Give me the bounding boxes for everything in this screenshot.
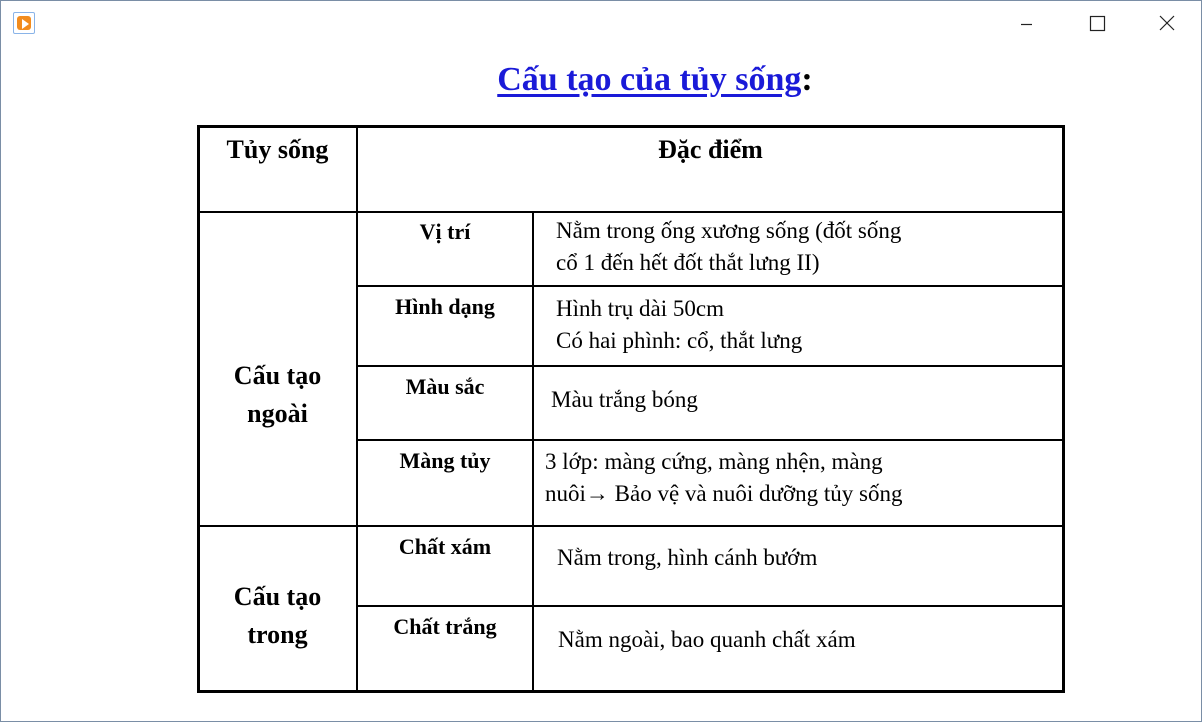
attr-shape: Hình dạng (395, 294, 495, 319)
group-label-line1: Cấu tạo (233, 582, 322, 611)
desc-shape: Hình trụ dài 50cm Có hai phình: cổ, thắt… (556, 293, 802, 357)
group-label-outer: Cấu tạo ngoài (197, 357, 358, 433)
group-label-line2: trong (247, 620, 308, 649)
desc-membrane: 3 lớp: màng cứng, màng nhện, màng nuôi→ … (545, 446, 902, 510)
desc-membrane-line1: 3 lớp: màng cứng, màng nhện, màng (545, 449, 883, 474)
spinal-cord-table: Tủy sống Đặc điểm Cấu tạo ngoài Vị trí N… (197, 125, 1065, 693)
minimize-button[interactable] (1003, 9, 1049, 39)
row-divider-1 (356, 285, 1065, 287)
row-divider-2 (356, 365, 1065, 367)
desc-position-line2: cổ 1 đến hết đốt thắt lưng II) (556, 250, 820, 275)
close-button[interactable] (1143, 9, 1189, 39)
group-label-line2: ngoài (247, 399, 308, 428)
desc-position: Nằm trong ống xương sống (đốt sống cổ 1 … (556, 215, 901, 279)
minimize-icon (1021, 23, 1032, 26)
title-suffix: : (801, 61, 813, 98)
header-col2: Đặc điểm (658, 135, 763, 164)
row-divider-5 (356, 605, 1065, 607)
attr-gray-matter: Chất xám (398, 534, 492, 559)
maximize-button[interactable] (1073, 9, 1119, 39)
close-icon (1159, 15, 1175, 31)
desc-color: Màu trắng bóng (551, 387, 698, 412)
table-border-bottom (197, 690, 1065, 693)
desc-white-matter: Nằm ngoài, bao quanh chất xám (558, 627, 856, 652)
desc-membrane-line2: nuôi→ Bảo vệ và nuôi dưỡng tủy sống (545, 481, 903, 506)
attr-position: Vị trí (419, 219, 471, 244)
media-player-icon[interactable] (13, 12, 35, 34)
attr-membrane: Màng tủy (399, 448, 491, 473)
slide-title: Cấu tạo của tủy sống: (1, 61, 1202, 99)
attr-white-matter: Chất trắng (393, 614, 497, 639)
desc-gray-matter: Nằm trong, hình cánh bướm (557, 545, 818, 570)
app-window: Cấu tạo của tủy sống: Tủy sống Đặc điểm … (0, 0, 1202, 722)
desc-position-line1: Nằm trong ống xương sống (đốt sống (556, 218, 902, 243)
attr-color: Màu sắc (405, 374, 485, 399)
row-divider-3 (356, 439, 1065, 441)
col-divider-2 (532, 211, 534, 693)
title-link[interactable]: Cấu tạo của tủy sống (497, 61, 801, 98)
maximize-icon (1089, 15, 1106, 32)
group-divider (197, 525, 1065, 527)
desc-shape-line1: Hình trụ dài 50cm (556, 296, 724, 321)
group-label-inner: Cấu tạo trong (197, 578, 358, 654)
header-col1: Tủy sống (226, 135, 329, 164)
desc-shape-line2: Có hai phình: cổ, thắt lưng (556, 328, 803, 353)
table-border-top (197, 125, 1065, 128)
group-label-line1: Cấu tạo (233, 361, 322, 390)
header-divider (197, 211, 1065, 213)
